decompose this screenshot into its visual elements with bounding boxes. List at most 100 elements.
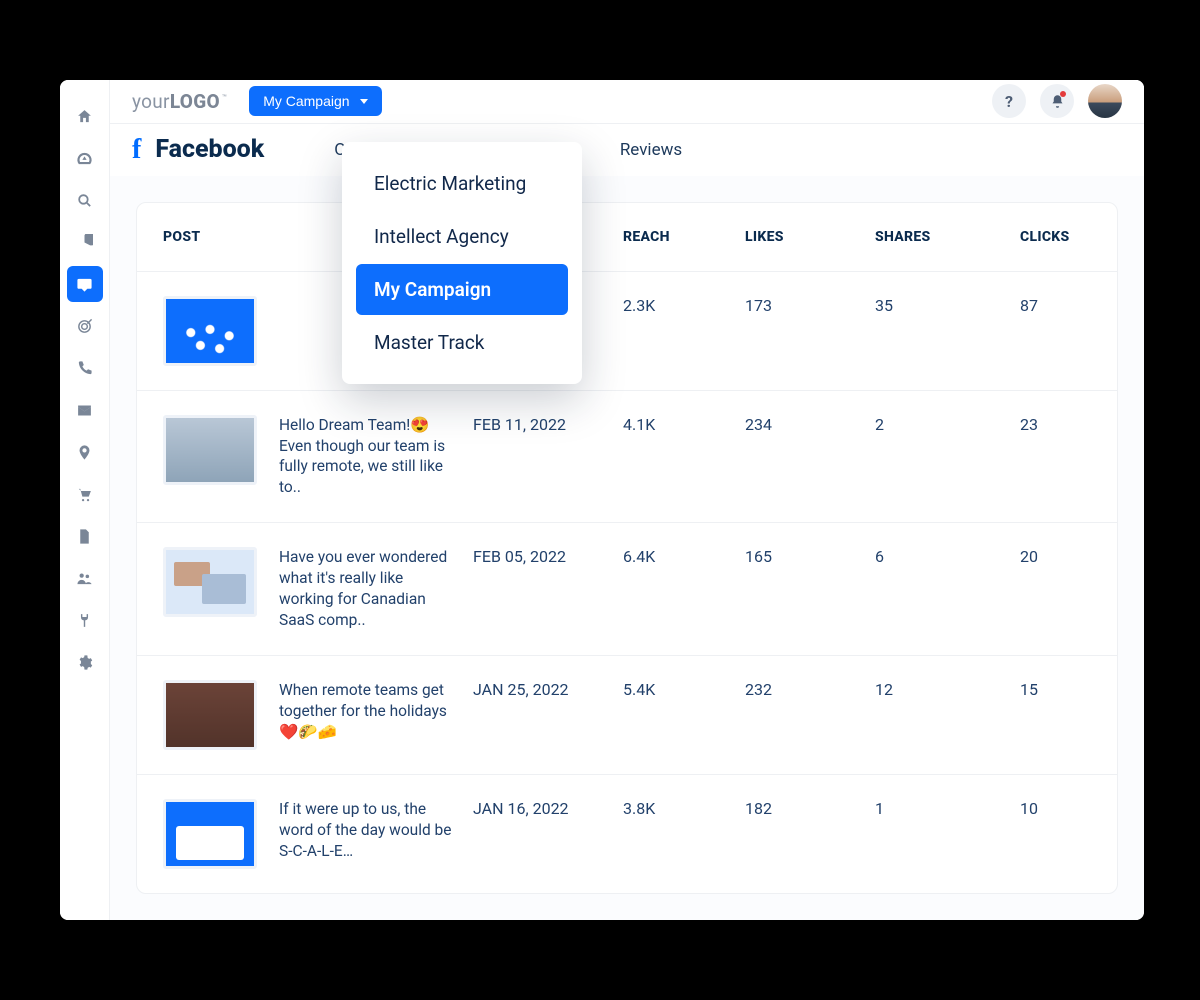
caret-down-icon — [360, 99, 368, 104]
cell-likes: 234 — [745, 415, 875, 434]
table-header: POST DATE REACH LIKES SHARES CLICKS — [137, 203, 1117, 271]
sidebar-item-analytics[interactable] — [67, 224, 103, 260]
sidebar-item-dashboard[interactable] — [67, 140, 103, 176]
pie-icon — [76, 234, 93, 251]
sidebar-item-calls[interactable] — [67, 350, 103, 386]
campaign-option[interactable]: Master Track — [356, 317, 568, 368]
logo-tm: ™ — [222, 93, 227, 102]
post-cell: If it were up to us, the word of the day… — [163, 799, 473, 869]
table-row[interactable]: When remote teams get together for the h… — [137, 655, 1117, 774]
col-shares: SHARES — [875, 229, 1020, 245]
notifications-button[interactable] — [1040, 84, 1074, 118]
sidebar-item-integrations[interactable] — [67, 602, 103, 638]
post-cell: Have you ever wondered what it's really … — [163, 547, 473, 631]
gear-icon — [76, 654, 93, 671]
cell-clicks: 23 — [1020, 415, 1118, 434]
logo-part1: your — [132, 90, 170, 113]
cell-reach: 4.1K — [623, 415, 745, 434]
cell-clicks: 20 — [1020, 547, 1118, 566]
app-window: yourLOGO™ My Campaign ? f Facebook — [60, 80, 1144, 920]
users-icon — [76, 570, 93, 587]
sidebar-item-commerce[interactable] — [67, 476, 103, 512]
cell-clicks: 15 — [1020, 680, 1118, 699]
cell-reach: 6.4K — [623, 547, 745, 566]
cell-date: JAN 25, 2022 — [473, 680, 623, 699]
chat-icon — [76, 276, 93, 293]
tab-reviews[interactable]: Reviews — [620, 124, 682, 176]
page-header: f Facebook Overview Reach Posts Reviews — [110, 124, 1144, 176]
home-icon — [76, 108, 93, 125]
phone-icon — [76, 360, 93, 377]
cell-reach: 3.8K — [623, 799, 745, 818]
sidebar-item-settings[interactable] — [67, 644, 103, 680]
post-text: Have you ever wondered what it's really … — [279, 547, 454, 631]
sidebar-item-social[interactable] — [67, 266, 103, 302]
sidebar-item-location[interactable] — [67, 434, 103, 470]
campaign-selector-label: My Campaign — [263, 93, 349, 109]
post-thumbnail — [163, 296, 257, 366]
post-thumbnail — [163, 680, 257, 750]
campaign-selector-button[interactable]: My Campaign — [249, 86, 381, 116]
facebook-icon: f — [132, 134, 141, 166]
search-icon — [76, 192, 93, 209]
content: POST DATE REACH LIKES SHARES CLICKS 1, 2… — [110, 176, 1144, 920]
campaign-dropdown: Electric Marketing Intellect Agency My C… — [342, 142, 582, 384]
cell-likes: 232 — [745, 680, 875, 699]
table-row[interactable]: If it were up to us, the word of the day… — [137, 774, 1117, 893]
table-row[interactable]: 1, 2022 2.3K 173 35 87 — [137, 271, 1117, 390]
post-thumbnail — [163, 547, 257, 617]
col-likes: LIKES — [745, 229, 875, 245]
cell-date: FEB 05, 2022 — [473, 547, 623, 566]
cell-reach: 2.3K — [623, 296, 745, 315]
sidebar-item-target[interactable] — [67, 308, 103, 344]
campaign-option-selected[interactable]: My Campaign — [356, 264, 568, 315]
post-thumbnail — [163, 415, 257, 485]
target-icon — [76, 318, 93, 335]
help-icon: ? — [1005, 92, 1013, 111]
help-button[interactable]: ? — [992, 84, 1026, 118]
topbar-right: ? — [992, 84, 1122, 118]
posts-table: POST DATE REACH LIKES SHARES CLICKS 1, 2… — [136, 202, 1118, 894]
post-cell: Hello Dream Team!😍 Even though our team … — [163, 415, 473, 499]
cell-shares: 2 — [875, 415, 1020, 434]
plug-icon — [76, 612, 93, 629]
post-text: When remote teams get together for the h… — [279, 680, 454, 743]
post-text: If it were up to us, the word of the day… — [279, 799, 454, 862]
cell-likes: 182 — [745, 799, 875, 818]
cell-clicks: 10 — [1020, 799, 1118, 818]
sidebar — [60, 80, 110, 920]
topbar: yourLOGO™ My Campaign ? — [110, 80, 1144, 124]
avatar[interactable] — [1088, 84, 1122, 118]
sidebar-item-users[interactable] — [67, 560, 103, 596]
campaign-option[interactable]: Intellect Agency — [356, 211, 568, 262]
cart-icon — [76, 486, 93, 503]
table-row[interactable]: Hello Dream Team!😍 Even though our team … — [137, 390, 1117, 523]
post-text: Hello Dream Team!😍 Even though our team … — [279, 415, 454, 499]
cell-shares: 1 — [875, 799, 1020, 818]
cell-shares: 35 — [875, 296, 1020, 315]
post-cell: When remote teams get together for the h… — [163, 680, 473, 750]
sidebar-item-search[interactable] — [67, 182, 103, 218]
mail-icon — [76, 402, 93, 419]
main: yourLOGO™ My Campaign ? f Facebook — [110, 80, 1144, 920]
cell-likes: 173 — [745, 296, 875, 315]
cell-date: JAN 16, 2022 — [473, 799, 623, 818]
cell-shares: 6 — [875, 547, 1020, 566]
cell-likes: 165 — [745, 547, 875, 566]
col-clicks: CLICKS — [1020, 229, 1118, 245]
notification-dot — [1060, 91, 1066, 97]
sidebar-item-home[interactable] — [67, 98, 103, 134]
cell-reach: 5.4K — [623, 680, 745, 699]
logo-part2: LOGO — [170, 90, 220, 113]
page-title: Facebook — [155, 135, 264, 164]
post-thumbnail — [163, 799, 257, 869]
sidebar-item-files[interactable] — [67, 518, 103, 554]
logo: yourLOGO™ — [132, 90, 227, 113]
gauge-icon — [76, 150, 93, 167]
col-reach: REACH — [623, 229, 745, 245]
sidebar-item-mail[interactable] — [67, 392, 103, 428]
cell-shares: 12 — [875, 680, 1020, 699]
cell-date: FEB 11, 2022 — [473, 415, 623, 434]
campaign-option[interactable]: Electric Marketing — [356, 158, 568, 209]
table-row[interactable]: Have you ever wondered what it's really … — [137, 522, 1117, 655]
